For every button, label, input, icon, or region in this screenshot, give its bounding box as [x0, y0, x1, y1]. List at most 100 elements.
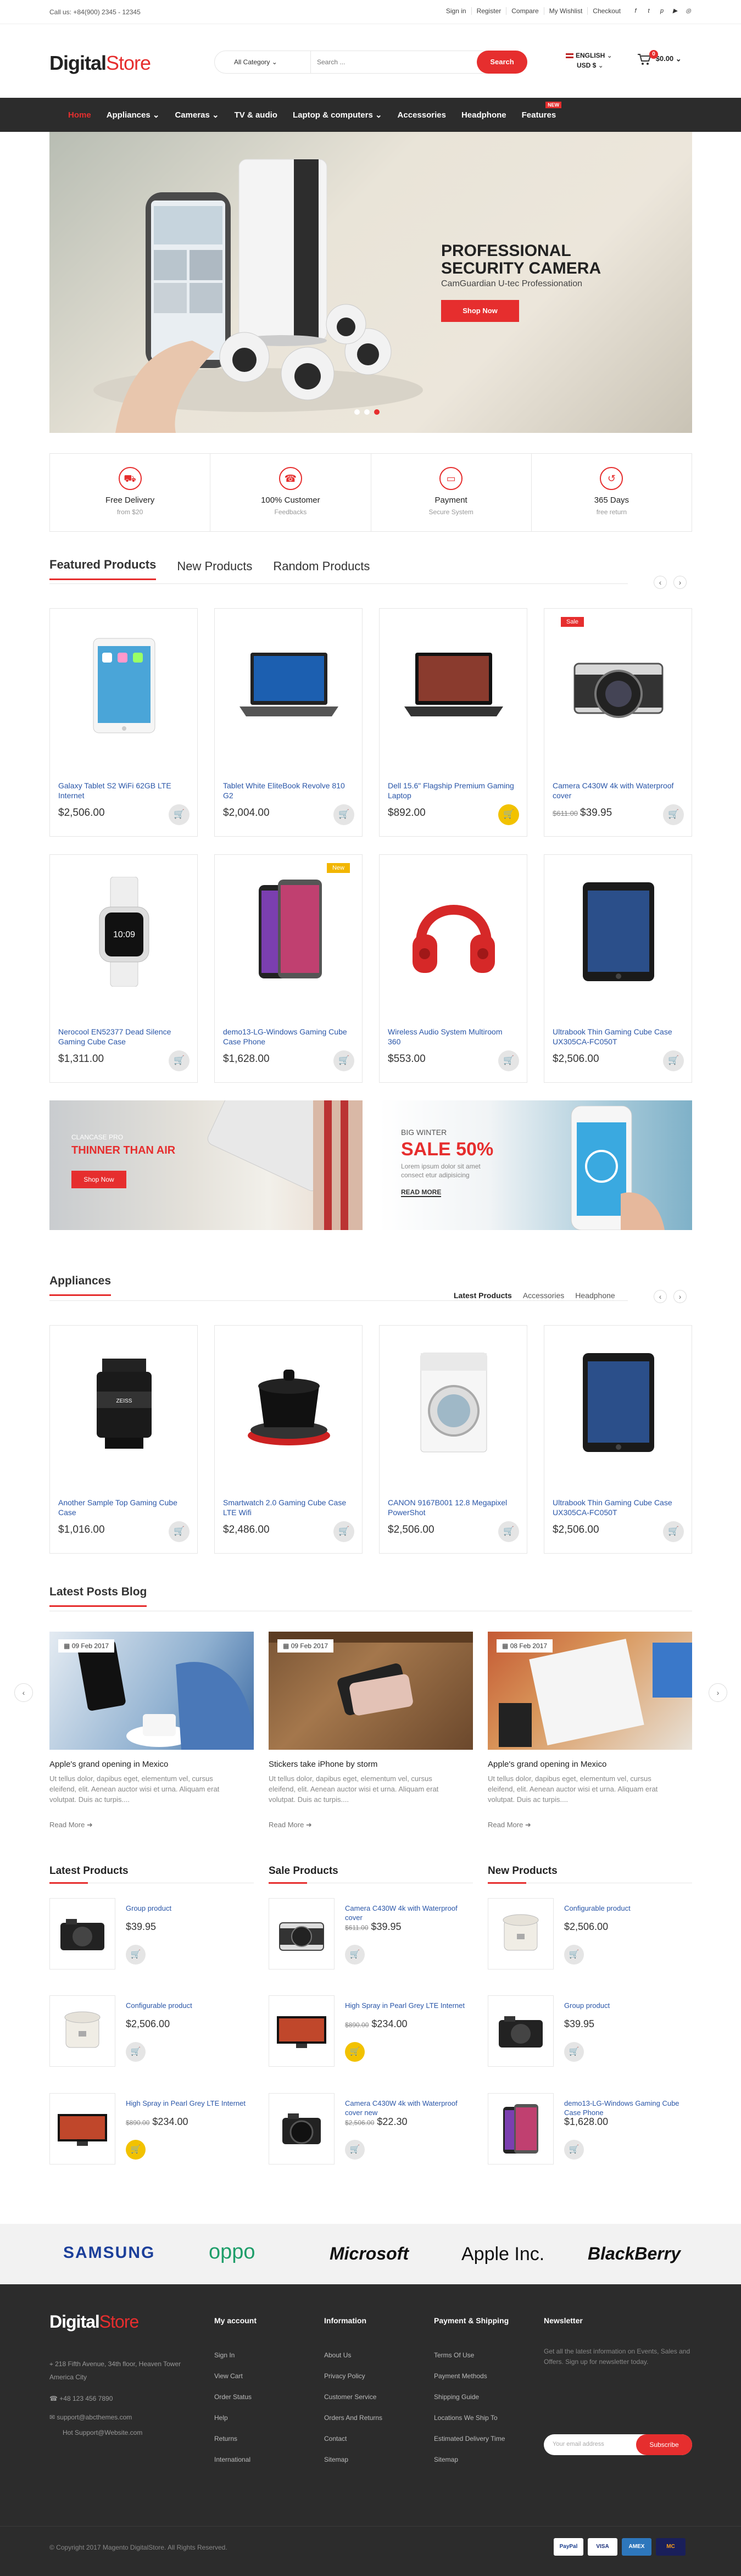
product-name[interactable]: Smartwatch 2.0 Gaming Cube Case LTE Wifi [223, 1498, 349, 1517]
language-currency[interactable]: ENGLISH ⌄ USD $ ⌄ [566, 51, 612, 70]
tab-new-products[interactable]: New Products [177, 559, 252, 580]
read-more-link[interactable]: Read More ➜ [49, 1821, 93, 1829]
twitter-icon[interactable]: t [645, 8, 652, 14]
tab-random-products[interactable]: Random Products [273, 559, 370, 580]
product-image-ipad[interactable] [558, 1342, 679, 1463]
product-name[interactable]: Tablet White EliteBook Revolve 810 G2 [223, 781, 349, 800]
blog-post-title[interactable]: Apple's grand opening in Mexico [49, 1760, 168, 1769]
product-name[interactable]: Dell 15.6" Flagship Premium Gaming Lapto… [388, 781, 514, 800]
instagram-icon[interactable]: ◎ [685, 8, 692, 14]
list-item-image[interactable] [488, 1898, 554, 1969]
footer-link[interactable]: Returns [214, 2428, 252, 2449]
footer-link[interactable]: Shipping Guide [434, 2386, 505, 2407]
blog-post-title[interactable]: Apple's grand opening in Mexico [488, 1760, 606, 1769]
blog-post[interactable]: ▦ 09 Feb 2017 Stickers take iPhone by st… [269, 1632, 473, 1835]
add-to-cart-icon[interactable]: 🛒 [333, 1521, 354, 1542]
list-item[interactable]: High Spray in Pearl Grey LTE Internet $8… [269, 1995, 473, 2078]
hero-slider[interactable]: PROFESSIONAL SECURITY CAMERA CamGuardian… [49, 132, 692, 433]
add-to-cart-icon[interactable]: 🛒 [345, 2140, 365, 2160]
subscribe-button[interactable]: Subscribe [636, 2434, 692, 2455]
footer-link[interactable]: Sign In [214, 2345, 252, 2366]
add-to-cart-icon[interactable]: 🛒 [345, 2042, 365, 2062]
list-item-name[interactable]: Camera C430W 4k with Waterproof cover [345, 1904, 466, 1922]
facebook-icon[interactable]: f [632, 8, 639, 14]
product-name[interactable]: Galaxy Tablet S2 WiFi 62GB LTE Internet [58, 781, 185, 800]
list-item-image[interactable] [269, 1898, 335, 1969]
product-image-washer[interactable] [393, 1342, 514, 1463]
hero-shop-now-button[interactable]: Shop Now [441, 300, 519, 322]
tab-featured-products[interactable]: Featured Products [49, 558, 157, 580]
list-item-image[interactable] [269, 1995, 335, 2067]
add-to-cart-icon[interactable]: 🛒 [663, 1521, 684, 1542]
brand-logo-microsoft[interactable]: Microsoft [330, 2244, 409, 2264]
product-card[interactable]: ZEISS Another Sample Top Gaming Cube Cas… [49, 1325, 198, 1554]
product-image-cooker[interactable] [229, 1342, 349, 1463]
brand-logo-blackberry[interactable]: BlackBerry [588, 2244, 681, 2264]
product-card[interactable]: Ultrabook Thin Gaming Cube Case UX305CA-… [544, 854, 692, 1083]
product-card[interactable]: Dell 15.6" Flagship Premium Gaming Lapto… [379, 608, 527, 837]
add-to-cart-icon[interactable]: 🛒 [345, 1945, 365, 1965]
product-name[interactable]: Ultrabook Thin Gaming Cube Case UX305CA-… [553, 1498, 679, 1517]
list-item-image[interactable] [49, 1898, 115, 1969]
youtube-icon[interactable]: ▶ [672, 8, 678, 14]
slider-dot[interactable] [364, 409, 370, 415]
product-image-headphones[interactable] [393, 871, 514, 992]
add-to-cart-icon[interactable]: 🛒 [126, 2140, 146, 2160]
add-to-cart-icon[interactable]: 🛒 [663, 804, 684, 825]
pinterest-icon[interactable]: p [659, 8, 665, 14]
product-name[interactable]: Ultrabook Thin Gaming Cube Case UX305CA-… [553, 1027, 679, 1047]
product-card[interactable]: Tablet White EliteBook Revolve 810 G2 $2… [214, 608, 363, 837]
add-to-cart-icon[interactable]: 🛒 [126, 2042, 146, 2062]
product-card[interactable]: Sale Camera C430W 4k with Waterproof cov… [544, 608, 692, 837]
list-item-name[interactable]: demo13-LG-Windows Gaming Cube Case Phone [564, 2099, 685, 2117]
footer-link[interactable]: Sitemap [434, 2449, 505, 2470]
sign-in-link[interactable]: Sign in [441, 7, 472, 15]
promo-banner-clancase[interactable]: CLANCASE PRO THINNER THAN AIR Shop Now [49, 1100, 363, 1230]
list-item-image[interactable] [49, 2093, 115, 2165]
product-card[interactable]: Wireless Audio System Multiroom 360 $553… [379, 854, 527, 1083]
product-name[interactable]: Camera C430W 4k with Waterproof cover [553, 781, 679, 800]
product-name[interactable]: Wireless Audio System Multiroom 360 [388, 1027, 514, 1047]
add-to-cart-icon[interactable]: 🛒 [126, 1945, 146, 1965]
list-item[interactable]: Camera C430W 4k with Waterproof cover $6… [269, 1898, 473, 1980]
add-to-cart-icon[interactable]: 🛒 [169, 804, 190, 825]
product-card[interactable]: Ultrabook Thin Gaming Cube Case UX305CA-… [544, 1325, 692, 1554]
footer-link[interactable]: International [214, 2449, 252, 2470]
list-item[interactable]: Camera C430W 4k with Waterproof cover ne… [269, 2093, 473, 2176]
product-image-lens[interactable]: ZEISS [64, 1342, 185, 1463]
add-to-cart-icon[interactable]: 🛒 [564, 2042, 584, 2062]
product-card[interactable]: Galaxy Tablet S2 WiFi 62GB LTE Internet … [49, 608, 198, 837]
add-to-cart-icon[interactable]: 🛒 [333, 1050, 354, 1071]
nav-accessories[interactable]: Accessories [390, 110, 454, 120]
add-to-cart-icon[interactable]: 🛒 [498, 1050, 519, 1071]
footer-link[interactable]: Terms Of Use [434, 2345, 505, 2366]
product-image-phone[interactable] [229, 871, 349, 992]
language-select[interactable]: ENGLISH [576, 52, 605, 59]
site-logo[interactable]: DigitalStore [49, 52, 151, 75]
product-name[interactable]: Another Sample Top Gaming Cube Case [58, 1498, 185, 1517]
add-to-cart-icon[interactable]: 🛒 [564, 1945, 584, 1965]
promo-banner-winter-sale[interactable]: BIG WINTER SALE 50% Lorem ipsum dolor si… [379, 1100, 692, 1230]
list-item-image[interactable] [488, 1995, 554, 2067]
footer-link[interactable]: Estimated Delivery Time [434, 2428, 505, 2449]
read-more-link[interactable]: Read More ➜ [269, 1821, 312, 1829]
footer-link[interactable]: Contact [324, 2428, 382, 2449]
product-card[interactable]: 10:09 Nerocool EN52377 Dead Silence Gami… [49, 854, 198, 1083]
product-name[interactable]: Nerocool EN52377 Dead Silence Gaming Cub… [58, 1027, 185, 1047]
nav-features[interactable]: Features NEW [514, 101, 564, 120]
prev-arrow-icon[interactable]: ‹ [654, 576, 667, 589]
footer-link[interactable]: Sitemap [324, 2449, 382, 2470]
brand-logo-samsung[interactable]: SAMSUNG [63, 2244, 155, 2262]
tab-latest-products[interactable]: Latest Products [454, 1291, 512, 1300]
nav-laptops[interactable]: Laptop & computers ⌄ [285, 110, 390, 120]
list-item[interactable]: Group product $39.95 🛒 [488, 1995, 692, 2078]
footer-link[interactable]: Customer Service [324, 2386, 382, 2407]
banner1-shop-now-button[interactable]: Shop Now [71, 1171, 126, 1188]
blog-post-title[interactable]: Stickers take iPhone by storm [269, 1760, 377, 1769]
list-item-name[interactable]: Camera C430W 4k with Waterproof cover ne… [345, 2099, 466, 2117]
product-card[interactable]: Smartwatch 2.0 Gaming Cube Case LTE Wifi… [214, 1325, 363, 1554]
list-item[interactable]: Configurable product $2,506.00 🛒 [488, 1898, 692, 1980]
footer-logo[interactable]: DigitalStore [49, 2312, 139, 2332]
list-item[interactable]: demo13-LG-Windows Gaming Cube Case Phone… [488, 2093, 692, 2176]
footer-email[interactable]: ✉ support@abcthemes.com [49, 2412, 132, 2423]
